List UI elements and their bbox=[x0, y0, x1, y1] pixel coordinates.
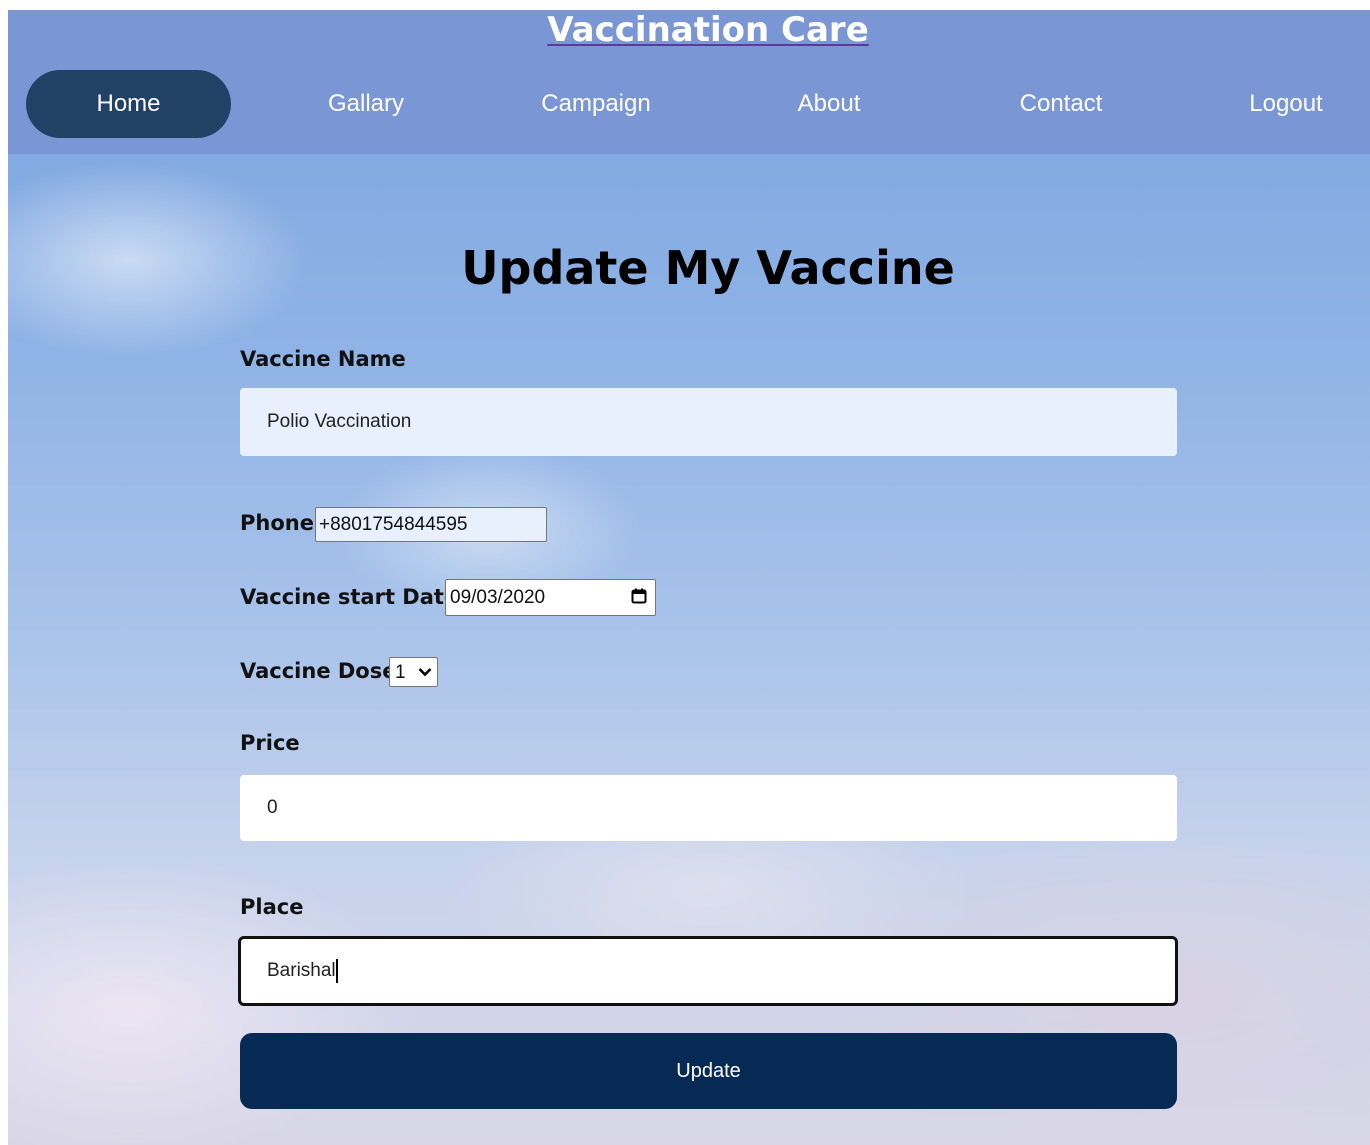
place-label: Place bbox=[240, 895, 304, 919]
nav-bar: Home Gallary Campaign About Contact Logo… bbox=[26, 70, 1370, 138]
place-input[interactable]: Barishal bbox=[238, 936, 1178, 1006]
dose-select[interactable]: 1 bbox=[389, 657, 438, 687]
place-input-value: Barishal bbox=[267, 960, 336, 981]
price-input[interactable] bbox=[240, 775, 1177, 841]
start-date-label: Vaccine start Date bbox=[240, 585, 459, 609]
vaccine-name-input[interactable] bbox=[240, 388, 1177, 456]
dose-label: Vaccine Dose bbox=[240, 659, 397, 683]
vaccine-name-label: Vaccine Name bbox=[240, 347, 406, 371]
start-date-input[interactable]: 09/03/2020 bbox=[445, 579, 656, 616]
nav-item-contact[interactable]: Contact bbox=[961, 70, 1161, 138]
price-label: Price bbox=[240, 731, 300, 755]
header-bar: Vaccination Care Home Gallary Campaign A… bbox=[8, 10, 1370, 154]
brand-title[interactable]: Vaccination Care bbox=[8, 10, 1370, 50]
nav-item-about[interactable]: About bbox=[729, 70, 929, 138]
update-button[interactable]: Update bbox=[240, 1033, 1177, 1109]
nav-item-logout[interactable]: Logout bbox=[1202, 70, 1370, 138]
phone-label: Phone bbox=[240, 511, 314, 535]
nav-item-campaign[interactable]: Campaign bbox=[496, 70, 696, 138]
phone-input[interactable] bbox=[315, 507, 547, 542]
calendar-icon[interactable] bbox=[631, 588, 647, 604]
nav-item-gallary[interactable]: Gallary bbox=[266, 70, 466, 138]
chevron-down-icon bbox=[418, 668, 432, 677]
dose-selected-value: 1 bbox=[395, 662, 406, 683]
nav-item-home[interactable]: Home bbox=[26, 70, 231, 138]
text-caret bbox=[335, 958, 338, 983]
form-title: Update My Vaccine bbox=[461, 241, 955, 295]
start-date-value: 09/03/2020 bbox=[450, 587, 546, 608]
page: Vaccination Care Home Gallary Campaign A… bbox=[8, 10, 1370, 1145]
